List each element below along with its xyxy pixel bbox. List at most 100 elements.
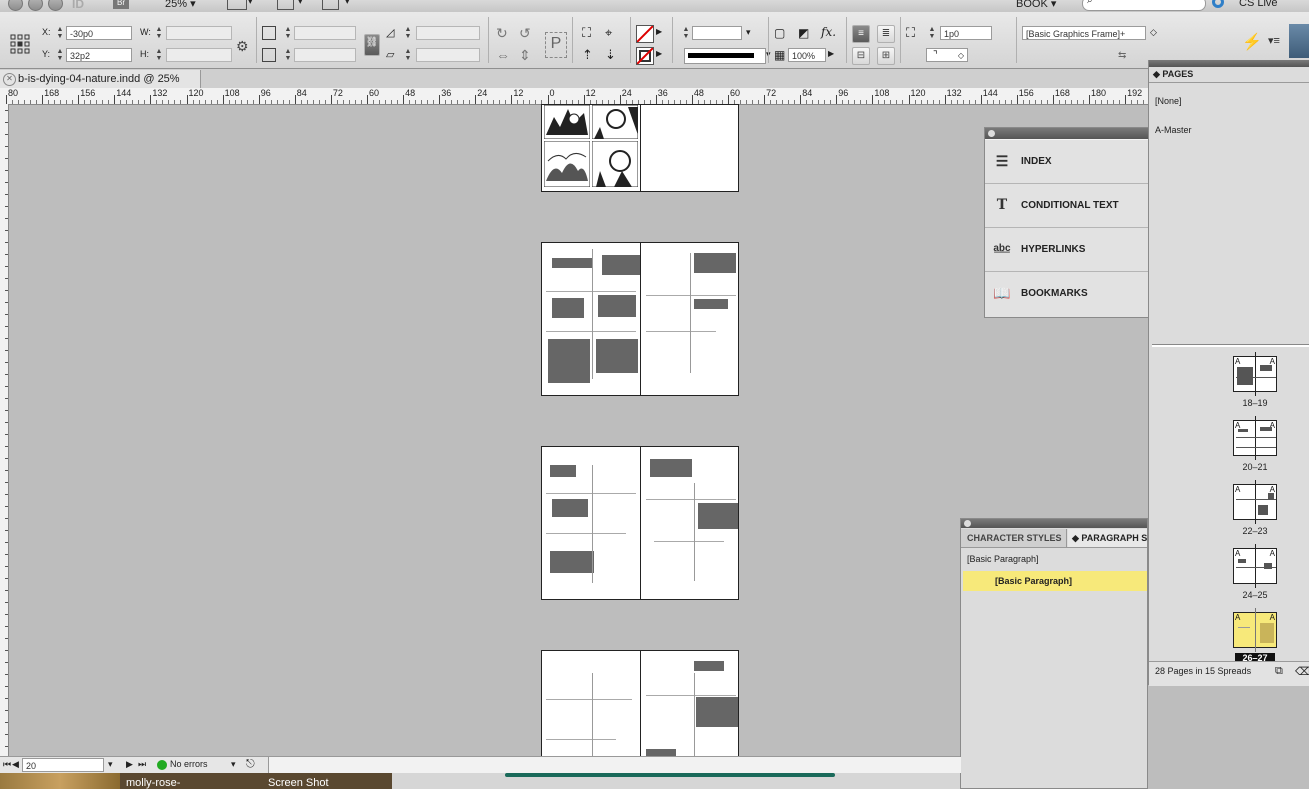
close-window-button[interactable] [8,0,23,11]
preflight-menu-arrow-icon[interactable]: ▾ [231,759,236,770]
text-frame[interactable] [550,465,576,477]
spread-page[interactable] [541,446,739,600]
close-document-icon[interactable]: ✕ [3,73,16,86]
last-page-icon[interactable]: ⏭ [138,759,146,770]
spread-thumbnail[interactable]: AA [1233,544,1277,588]
text-frame[interactable] [596,339,638,373]
corner-shape-select[interactable]: ⌝ ◇ [926,48,968,62]
text-frame[interactable] [552,298,584,318]
comic-panel-image[interactable] [543,140,591,188]
master-none[interactable]: [None] [1155,96,1182,106]
panel-title-bar[interactable] [961,519,1147,528]
corner-size-field[interactable]: 1p0 [940,26,992,40]
comic-panel-image[interactable] [543,104,591,140]
shear-field[interactable] [416,48,480,62]
y-field[interactable]: 32p2 [66,48,132,62]
panel-title-bar[interactable] [985,128,1149,139]
link-scale-icon[interactable]: ⛓ [364,34,380,56]
cs-live-menu[interactable]: CS Live [1239,0,1278,9]
zoom-menu[interactable]: 25% ▾ [165,0,196,10]
flip-horizontal-icon[interactable]: ⇔ [496,47,510,63]
rotate-clockwise-icon[interactable]: ↻ [496,25,508,42]
close-panel-icon[interactable] [988,130,995,137]
pages-tab[interactable]: ◆ PAGES [1153,69,1193,80]
text-frame[interactable] [694,253,736,273]
y-stepper[interactable]: ▲ ▼ [56,48,64,62]
panel-title-bar[interactable] [1149,60,1309,67]
stroke-weight-stepper[interactable]: ▲ ▼ [682,26,690,40]
panel-splitter[interactable] [1152,344,1309,347]
stroke-type-select[interactable] [684,48,766,64]
opacity-arrow-icon[interactable]: ▶ [828,49,834,58]
drop-shadow-icon[interactable]: ▢ [774,26,785,40]
scale-x-field[interactable] [294,26,356,40]
select-previous-icon[interactable]: ⇡ [582,47,593,63]
comic-panel-image[interactable] [591,104,639,140]
effects-shadow-icon[interactable]: ◩ [798,26,809,40]
vertical-ruler[interactable] [0,104,9,756]
flip-vertical-icon[interactable]: ⇕ [519,47,531,64]
tab-character-styles[interactable]: CHARACTER STYLES [961,529,1067,547]
spread-thumbnail-selected[interactable]: AA [1233,608,1277,652]
spread-comic-pages[interactable] [541,104,739,192]
next-page-icon[interactable]: ▶ [126,759,133,770]
bridge-icon[interactable]: Br [113,0,129,9]
scale-x-stepper[interactable]: ▲ ▼ [284,26,292,40]
spread-page[interactable] [541,242,739,396]
text-frame[interactable] [698,503,738,529]
new-page-icon[interactable]: ⧉ [1275,665,1283,678]
panel-item-bookmarks[interactable]: 📖 BOOKMARKS [985,272,1149,315]
text-frame[interactable] [694,299,728,309]
h-stepper[interactable]: ▲ ▼ [155,48,163,62]
workspace-switcher[interactable]: BOOK ▾ [1016,0,1056,10]
delete-page-icon[interactable]: ⌫ [1295,665,1309,678]
spread-thumbnail[interactable]: AA [1233,416,1277,460]
scale-y-stepper[interactable]: ▲ ▼ [284,48,292,62]
text-frame[interactable] [550,551,594,573]
panel-item-index[interactable]: ☰ INDEX [985,139,1149,184]
w-field[interactable] [166,26,232,40]
first-page-icon[interactable]: ⏮ [3,759,11,770]
panel-menu-icon[interactable]: ▾≡ [1268,34,1280,47]
fill-menu-arrow-icon[interactable]: ▶ [656,27,662,36]
text-frame[interactable] [694,661,724,671]
text-frame[interactable] [598,295,636,317]
horizontal-ruler[interactable]: 80 168 156 144 132 120 108 96 84 72 60 48 36 24 12 0 12 2… [0,88,1148,105]
object-style-select[interactable]: [Basic Graphics Frame]+ [1022,26,1146,40]
x-stepper[interactable]: ▲ ▼ [56,26,64,40]
desktop-file-label[interactable]: molly-rose- [126,777,180,789]
text-frame[interactable] [552,499,588,517]
search-input[interactable]: ⌕ [1082,0,1206,11]
effects-button[interactable]: fx. [821,25,836,39]
minimize-window-button[interactable] [28,0,43,11]
text-wrap-none-icon[interactable]: ≡ [852,25,870,43]
corner-options-icon[interactable]: ⛶ [906,25,915,41]
zoom-window-button[interactable] [48,0,63,11]
corner-size-stepper[interactable]: ▲ ▼ [928,26,936,40]
close-panel-icon[interactable] [964,520,971,527]
scale-y-field[interactable] [294,48,356,62]
select-container-icon[interactable]: ⛶ [582,25,591,41]
desktop-file-label[interactable]: Screen Shot [268,777,329,789]
document-tab[interactable]: ✕ b-is-dying-04-nature.indd @ 25% [0,70,201,88]
page-number-field[interactable]: 20 [22,758,104,772]
spread-thumbnail[interactable]: AA [1233,352,1277,396]
constrain-proportions-icon[interactable]: ⚙ [236,38,249,55]
select-content-icon[interactable]: ⌖ [605,25,612,41]
screen-mode-icon[interactable] [277,0,294,10]
w-stepper[interactable]: ▲ ▼ [155,26,163,40]
open-document-icon[interactable]: ⎋ [246,758,255,771]
text-frame[interactable] [602,255,640,275]
previous-page-icon[interactable]: ◀ [12,759,19,770]
fill-swatch-icon[interactable] [636,25,654,43]
page-menu-arrow-icon[interactable]: ▾ [108,759,113,770]
clear-overrides-icon[interactable]: ⇆ [1118,50,1126,61]
panel-item-conditional-text[interactable]: T CONDITIONAL TEXT [985,184,1149,228]
rotation-field[interactable] [416,26,480,40]
style-list-item-selected[interactable]: [Basic Paragraph] [963,571,1147,591]
status-scrollbar[interactable] [268,757,961,773]
text-wrap-jump-icon[interactable]: ⊞ [877,47,895,65]
stroke-menu-arrow-icon[interactable]: ▶ [656,49,662,58]
h-field[interactable] [166,48,232,62]
chevron-down-icon[interactable]: ▾ [746,27,751,38]
